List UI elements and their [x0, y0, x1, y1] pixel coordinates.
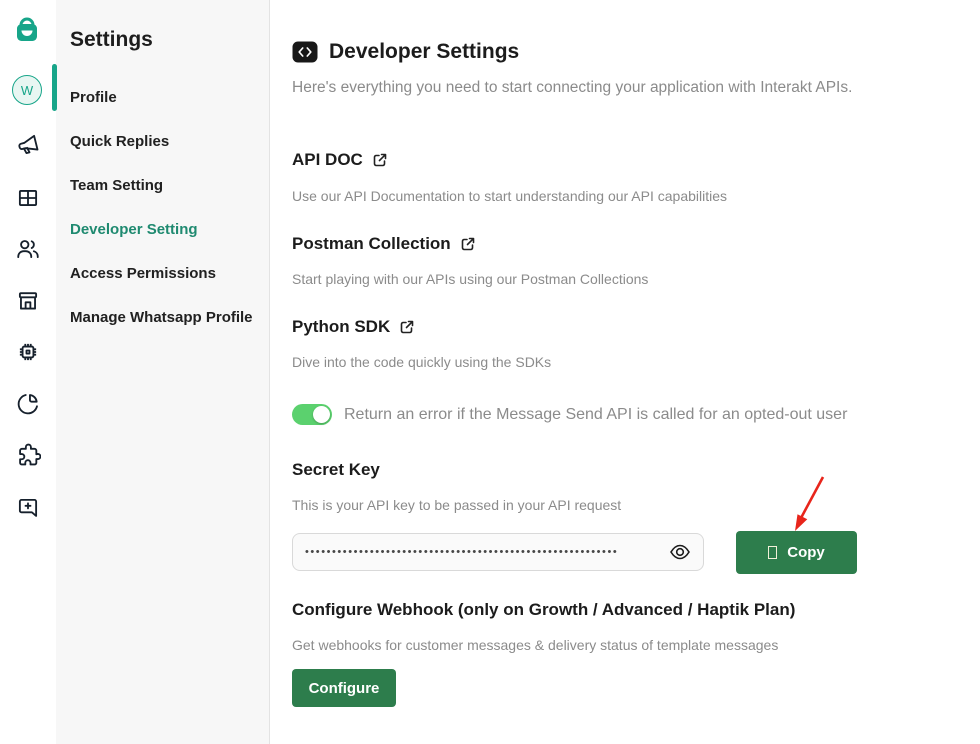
copy-glyph-icon	[768, 546, 777, 559]
developer-settings-panel: Developer Settings Here's everything you…	[270, 0, 980, 744]
page-subtitle: Here's everything you need to start conn…	[292, 79, 852, 97]
external-link-icon	[460, 236, 476, 252]
python-sdk-link[interactable]: Python SDK	[292, 317, 415, 337]
python-sdk-label: Python SDK	[292, 317, 390, 337]
toggle-knob	[313, 406, 330, 423]
external-link-icon	[372, 152, 388, 168]
eye-icon[interactable]	[669, 541, 691, 563]
toggle-label: Return an error if the Message Send API …	[344, 406, 847, 424]
chip-icon[interactable]	[15, 339, 41, 365]
external-link-icon	[399, 319, 415, 335]
pie-chart-icon[interactable]	[15, 391, 41, 417]
postman-collection-link[interactable]: Postman Collection	[292, 234, 476, 254]
secret-key-field[interactable]: ••••••••••••••••••••••••••••••••••••••••…	[292, 533, 704, 571]
settings-sidebar: Settings Profile Quick Replies Team Sett…	[56, 0, 270, 744]
webhook-title: Configure Webhook (only on Growth / Adva…	[292, 600, 795, 620]
configure-button[interactable]: Configure	[292, 669, 396, 707]
api-doc-link[interactable]: API DOC	[292, 150, 388, 170]
postman-collection-desc: Start playing with our APIs using our Po…	[292, 271, 648, 287]
secret-key-title: Secret Key	[292, 460, 380, 480]
sidebar-item-profile[interactable]: Profile	[56, 75, 269, 119]
opted-out-toggle-row: Return an error if the Message Send API …	[292, 404, 847, 425]
sidebar-item-manage-whatsapp-profile[interactable]: Manage Whatsapp Profile	[56, 295, 269, 339]
code-icon	[292, 41, 318, 63]
interakt-bag-logo[interactable]	[10, 15, 44, 49]
secret-key-desc: This is your API key to be passed in you…	[292, 497, 621, 513]
sidebar-item-quick-replies[interactable]: Quick Replies	[56, 119, 269, 163]
sidebar-item-developer-setting[interactable]: Developer Setting	[56, 207, 269, 251]
python-sdk-desc: Dive into the code quickly using the SDK…	[292, 354, 551, 370]
page-header: Developer Settings	[292, 40, 519, 64]
postman-collection-label: Postman Collection	[292, 234, 451, 254]
opted-out-toggle[interactable]	[292, 404, 332, 425]
settings-nav: Profile Quick Replies Team Setting Devel…	[56, 75, 269, 339]
page-title: Developer Settings	[329, 40, 519, 64]
copy-button[interactable]: Copy	[736, 531, 857, 574]
sidebar-item-team-setting[interactable]: Team Setting	[56, 163, 269, 207]
api-doc-label: API DOC	[292, 150, 363, 170]
puzzle-icon[interactable]	[15, 443, 41, 469]
active-workspace-indicator	[52, 64, 57, 111]
megaphone-icon[interactable]	[15, 132, 41, 158]
users-icon[interactable]	[15, 236, 41, 262]
api-doc-desc: Use our API Documentation to start under…	[292, 188, 727, 204]
icon-rail: W	[0, 0, 56, 744]
copy-label: Copy	[787, 544, 825, 561]
sidebar-title: Settings	[56, 0, 269, 52]
chat-add-icon[interactable]	[15, 495, 41, 521]
webhook-desc: Get webhooks for customer messages & del…	[292, 637, 778, 653]
grid-icon[interactable]	[15, 185, 41, 211]
workspace-avatar[interactable]: W	[12, 75, 42, 105]
sidebar-item-access-permissions[interactable]: Access Permissions	[56, 251, 269, 295]
storefront-icon[interactable]	[15, 288, 41, 314]
masked-secret-key: ••••••••••••••••••••••••••••••••••••••••…	[305, 533, 669, 571]
